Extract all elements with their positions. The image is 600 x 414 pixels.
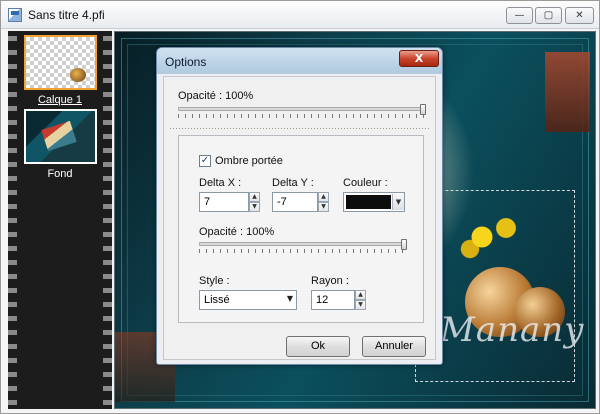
- layer-content-preview: [41, 120, 77, 152]
- options-dialog: Options X Opacité : 100% ✓ Ombre portée …: [156, 47, 443, 365]
- opacity-slider-thumb[interactable]: [420, 104, 426, 115]
- spin-down-icon[interactable]: ▼: [318, 202, 329, 212]
- spin-up-icon[interactable]: ▲: [249, 192, 260, 202]
- radius-input[interactable]: 12: [311, 290, 355, 310]
- delta-x-input[interactable]: 7: [199, 192, 249, 212]
- app-window: Sans titre 4.pfi — ▢ ✕ Calque 1 Fond Man…: [0, 0, 600, 414]
- color-picker[interactable]: ▼: [343, 192, 405, 212]
- film-strip-left: [8, 31, 17, 409]
- shadow-opacity-label: Opacité : 100%: [199, 226, 275, 238]
- delta-x-label: Delta X :: [199, 177, 242, 189]
- drop-shadow-checkbox[interactable]: ✓: [199, 155, 211, 167]
- radius-spinner[interactable]: ▲ ▼: [355, 290, 366, 310]
- dialog-title: Options: [165, 55, 207, 69]
- delta-y-input[interactable]: -7: [272, 192, 318, 212]
- window-titlebar[interactable]: Sans titre 4.pfi — ▢ ✕: [1, 1, 599, 29]
- style-select-value: Lissé: [204, 294, 230, 306]
- delta-y-label: Delta Y :: [272, 177, 314, 189]
- app-document-icon: [8, 8, 22, 22]
- layer-content-preview: [70, 68, 86, 82]
- drop-shadow-label[interactable]: Ombre portée: [215, 155, 283, 167]
- dropdown-arrow-icon[interactable]: ▼: [287, 294, 293, 303]
- window-title: Sans titre 4.pfi: [28, 8, 105, 22]
- layer-thumbnail-calque-1[interactable]: [24, 35, 97, 90]
- shadow-opacity-slider-track[interactable]: [199, 242, 407, 246]
- style-label: Style :: [199, 275, 230, 287]
- opacity-slider-ticks: [178, 114, 426, 118]
- layer-name-calque-1[interactable]: Calque 1: [20, 94, 100, 106]
- spin-down-icon[interactable]: ▼: [355, 300, 366, 310]
- dialog-close-button[interactable]: X: [399, 50, 439, 67]
- drop-shadow-group: ✓ Ombre portée Delta X : 7 ▲ ▼ Delta Y :…: [178, 135, 424, 323]
- dotted-separator: [170, 128, 429, 129]
- film-strip-right: [103, 31, 112, 409]
- spin-up-icon[interactable]: ▲: [318, 192, 329, 202]
- dialog-titlebar[interactable]: Options X: [157, 48, 442, 74]
- shadow-opacity-slider-thumb[interactable]: [401, 239, 407, 250]
- style-select[interactable]: Lissé ▼: [199, 290, 297, 310]
- delta-y-spinner[interactable]: ▲ ▼: [318, 192, 329, 212]
- cancel-button[interactable]: Annuler: [362, 336, 426, 357]
- canvas-rust-accent: [545, 52, 590, 132]
- opacity-slider-track[interactable]: [178, 107, 426, 111]
- dialog-body: Opacité : 100% ✓ Ombre portée Delta X : …: [163, 76, 436, 360]
- spin-down-icon[interactable]: ▼: [249, 202, 260, 212]
- close-window-button[interactable]: ✕: [565, 7, 594, 24]
- opacity-label: Opacité : 100%: [178, 90, 254, 102]
- minimize-button[interactable]: —: [506, 7, 533, 24]
- delta-x-spinner[interactable]: ▲ ▼: [249, 192, 260, 212]
- color-label: Couleur :: [343, 177, 388, 189]
- ok-button[interactable]: Ok: [286, 336, 350, 357]
- shadow-opacity-slider-ticks: [199, 249, 407, 253]
- color-swatch: [346, 195, 391, 209]
- spin-up-icon[interactable]: ▲: [355, 290, 366, 300]
- layer-thumbnail-fond[interactable]: [24, 109, 97, 164]
- radius-label: Rayon :: [311, 275, 349, 287]
- maximize-button[interactable]: ▢: [535, 7, 562, 24]
- dropdown-arrow-icon[interactable]: ▼: [392, 194, 404, 210]
- layers-panel: Calque 1 Fond: [8, 31, 112, 409]
- watermark-text: Manany: [440, 310, 585, 350]
- layer-name-fond[interactable]: Fond: [20, 168, 100, 180]
